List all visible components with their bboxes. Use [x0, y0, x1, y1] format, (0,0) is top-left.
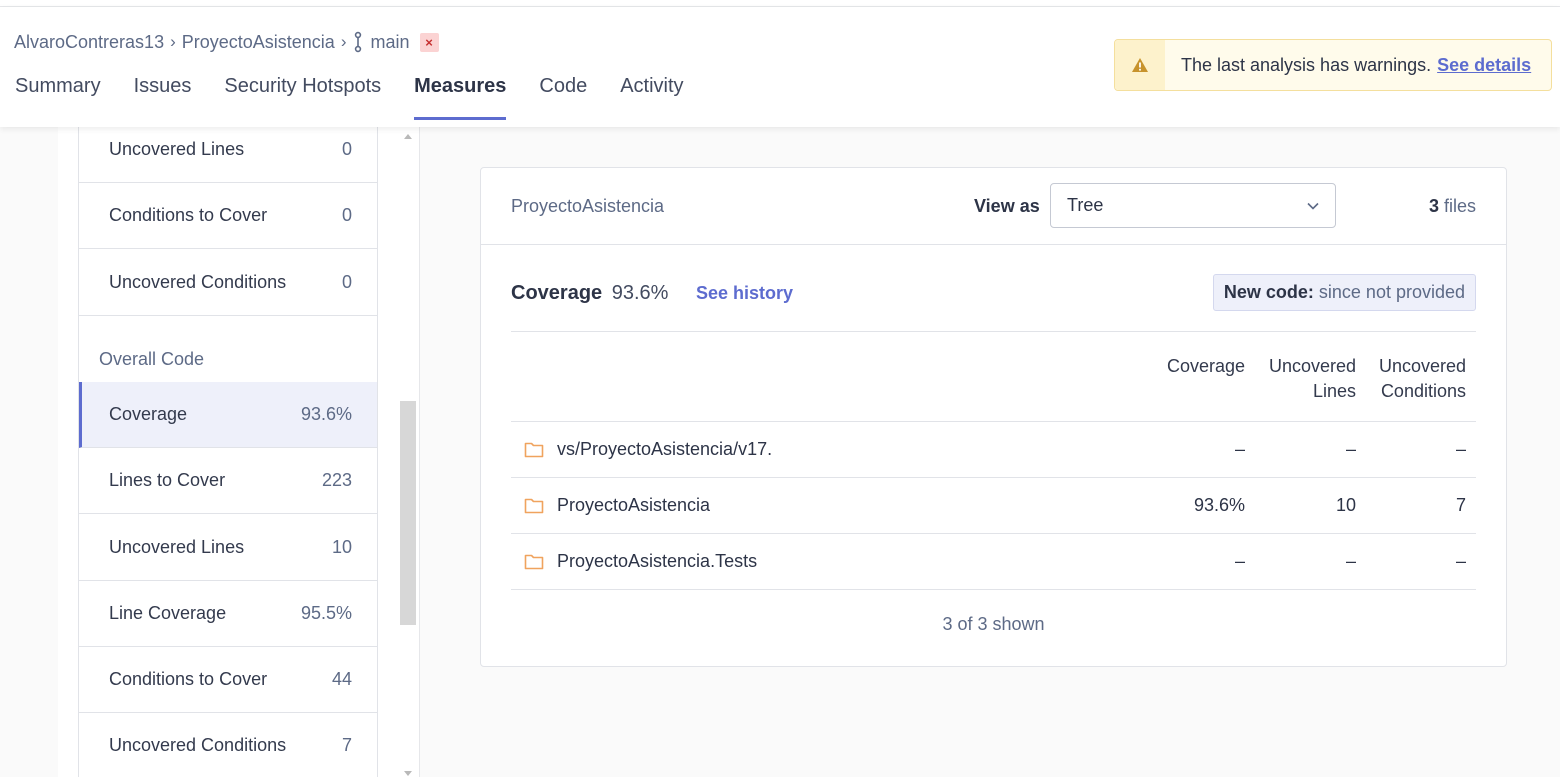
column-coverage: Coverage: [1166, 356, 1245, 376]
sidebar-item-value: 0: [341, 205, 352, 225]
folder-icon: [524, 442, 544, 458]
tab-measures[interactable]: Measures: [414, 75, 507, 120]
sidebar-item-line-coverage[interactable]: Line Coverage 95.5%: [79, 581, 377, 647]
files-count: 3 files: [1429, 196, 1476, 217]
files-table: Coverage Uncovered Lines Uncovered Condi…: [511, 331, 1476, 634]
sidebar-scrollbar-thumb[interactable]: [400, 401, 416, 625]
new-code-label: New code:: [1223, 282, 1314, 302]
breadcrumb-org[interactable]: AlvaroContreras13: [14, 32, 164, 53]
warning-triangle-icon: [1132, 58, 1148, 72]
measure-name: Coverage: [511, 282, 603, 304]
table-header: Coverage Uncovered Lines Uncovered Condi…: [511, 331, 1476, 422]
sidebar-item-uncovered-conditions[interactable]: Uncovered Conditions 7: [79, 713, 377, 777]
sidebar-item-label: Uncovered Conditions: [109, 735, 287, 755]
new-code-badge: New code: since not provided: [1212, 274, 1476, 311]
breadcrumb: AlvaroContreras13 › ProyectoAsistencia ›…: [14, 31, 439, 53]
sidebar-item-uncovered-lines[interactable]: Uncovered Lines 10: [79, 515, 377, 581]
analysis-warning-banner: The last analysis has warnings. See deta…: [1114, 39, 1552, 91]
top-border: [0, 0, 1560, 7]
breadcrumb-branch[interactable]: main: [371, 32, 410, 53]
sidebar-item-label: Conditions to Cover: [109, 669, 268, 689]
sidebar-item-value: 0: [341, 139, 352, 159]
sidebar-item-value: 10: [331, 537, 352, 557]
breadcrumb-project[interactable]: ProyectoAsistencia: [182, 32, 335, 53]
scroll-down-arrow-icon[interactable]: [404, 771, 412, 776]
chevron-right-icon: ›: [170, 32, 176, 51]
project-header: AlvaroContreras13 › ProyectoAsistencia ›…: [0, 7, 1560, 127]
row-uncovered-lines: –: [1345, 551, 1356, 571]
sidebar-item-label: Conditions to Cover: [109, 205, 268, 225]
card-header: ProyectoAsistencia View as Tree 3 files: [481, 168, 1506, 245]
see-history-link[interactable]: See history: [696, 283, 793, 304]
tab-security-hotspots[interactable]: Security Hotspots: [224, 75, 381, 120]
new-code-value: since not provided: [1318, 282, 1465, 302]
row-coverage: –: [1234, 551, 1245, 571]
measures-sidebar: Uncovered Lines 0 Conditions to Cover 0 …: [78, 117, 378, 777]
chevron-down-icon: [1307, 202, 1319, 210]
sidebar-item-value: 93.6%: [300, 404, 352, 424]
sidebar-item-value: 0: [341, 272, 352, 292]
folder-icon: [524, 498, 544, 514]
section-overall-code: Overall Code: [99, 349, 205, 369]
sidebar-item-coverage[interactable]: Coverage 93.6%: [79, 382, 377, 448]
table-row[interactable]: ProyectoAsistencia 93.6% 10 7: [511, 478, 1476, 534]
sidebar-item-label: Lines to Cover: [109, 470, 226, 490]
folder-icon: [524, 554, 544, 570]
column-uncovered-conditions: Uncovered Conditions: [1379, 354, 1466, 404]
tab-activity[interactable]: Activity: [620, 75, 683, 120]
sidebar-item-value: 7: [341, 735, 352, 755]
row-coverage: 93.6%: [1193, 495, 1245, 515]
measure-card: ProyectoAsistencia View as Tree 3 files …: [480, 167, 1507, 667]
row-coverage: –: [1234, 439, 1245, 459]
row-uncovered-conditions: 7: [1455, 495, 1466, 515]
see-details-link[interactable]: See details: [1437, 55, 1531, 76]
sidebar-item-value: 44: [331, 669, 352, 689]
tab-issues[interactable]: Issues: [134, 75, 192, 120]
table-row[interactable]: vs/ProyectoAsistencia/v17. – – –: [511, 422, 1476, 478]
row-uncovered-conditions: –: [1455, 551, 1466, 571]
column-uncovered-conditions-line2: Conditions: [1380, 381, 1466, 401]
sidebar-item-value: 95.5%: [300, 603, 352, 623]
warning-icon-cell: [1115, 40, 1165, 90]
files-count-label: files: [1443, 196, 1476, 216]
measure-value: 93.6%: [611, 282, 669, 304]
project-name[interactable]: ProyectoAsistencia: [511, 196, 664, 217]
sidebar-item-new-conditions-to-cover[interactable]: Conditions to Cover 0: [79, 183, 377, 249]
warning-text: The last analysis has warnings.: [1181, 54, 1432, 75]
view-as-select[interactable]: Tree: [1050, 183, 1336, 228]
column-uncovered-lines-line1: Uncovered: [1268, 356, 1356, 376]
view-as-label: View as: [974, 196, 1040, 216]
project-tabs: Summary Issues Security Hotspots Measure…: [15, 75, 717, 120]
row-uncovered-conditions: –: [1455, 439, 1466, 459]
sidebar-item-value: 223: [321, 470, 352, 490]
tab-summary[interactable]: Summary: [15, 75, 101, 120]
column-uncovered-lines: Uncovered Lines: [1269, 354, 1356, 404]
close-icon[interactable]: ×: [419, 32, 439, 52]
sidebar-item-new-uncovered-conditions[interactable]: Uncovered Conditions 0: [79, 250, 377, 316]
sidebar-item-label: Uncovered Lines: [109, 139, 245, 159]
row-name[interactable]: ProyectoAsistencia: [557, 495, 710, 516]
files-count-number: 3: [1428, 196, 1439, 216]
row-uncovered-lines: –: [1345, 439, 1356, 459]
table-row[interactable]: ProyectoAsistencia.Tests – – –: [511, 534, 1476, 590]
sidebar-item-conditions-to-cover[interactable]: Conditions to Cover 44: [79, 647, 377, 713]
column-uncovered-conditions-line1: Uncovered: [1378, 356, 1466, 376]
sidebar-item-label: Uncovered Conditions: [109, 272, 287, 292]
measure-title: Coverage 93.6%: [511, 282, 668, 305]
tab-code[interactable]: Code: [539, 75, 587, 120]
row-name[interactable]: vs/ProyectoAsistencia/v17.: [557, 439, 772, 460]
sidebar-item-label: Uncovered Lines: [109, 537, 245, 557]
row-name[interactable]: ProyectoAsistencia.Tests: [557, 551, 757, 572]
view-as-value: Tree: [1067, 195, 1104, 215]
row-uncovered-lines: 10: [1335, 495, 1356, 515]
shown-count: 3 of 3 shown: [942, 614, 1045, 634]
sidebar-item-label: Line Coverage: [109, 603, 227, 623]
sidebar-item-lines-to-cover[interactable]: Lines to Cover 223: [79, 448, 377, 514]
sidebar-item-label: Coverage: [109, 404, 188, 424]
branch-icon: [353, 31, 363, 53]
column-uncovered-lines-line2: Lines: [1312, 381, 1356, 401]
chevron-right-icon: ›: [340, 32, 347, 51]
scroll-up-arrow-icon[interactable]: [404, 134, 412, 139]
